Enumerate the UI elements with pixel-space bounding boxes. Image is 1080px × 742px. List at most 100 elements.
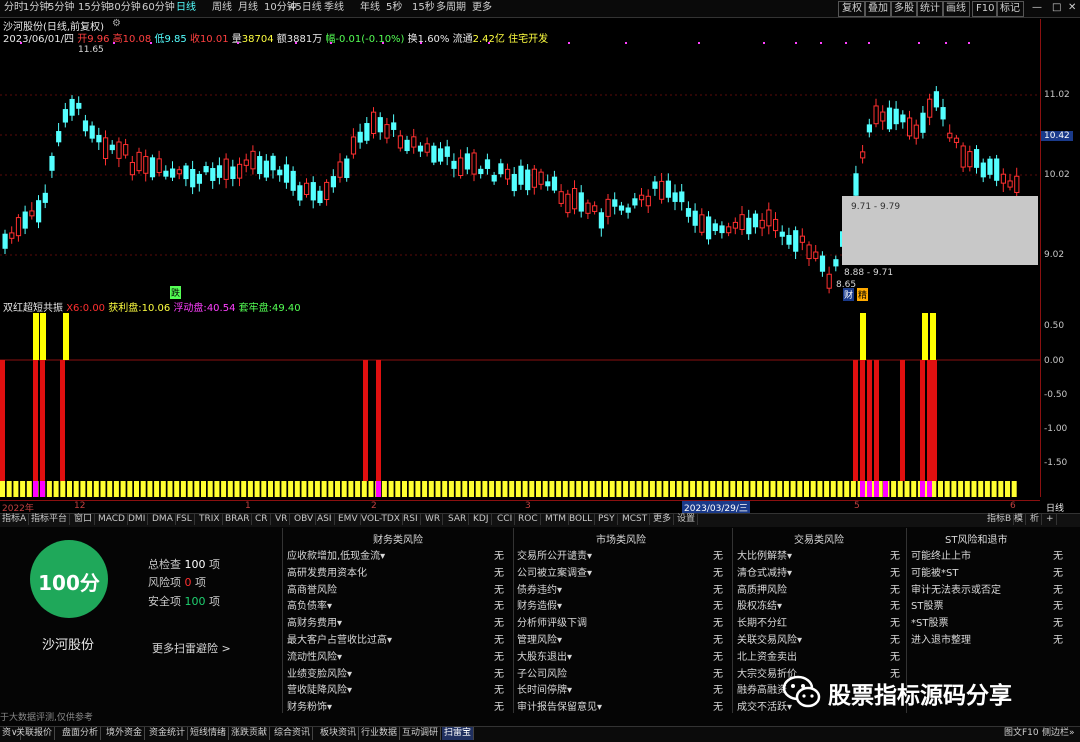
indicator-tab[interactable]: FSL	[174, 513, 195, 525]
toolbar-button[interactable]: F10	[972, 1, 999, 17]
more-scan-link[interactable]: 更多扫雷避险 >	[152, 640, 231, 656]
risk-item[interactable]: *ST股票	[911, 614, 948, 629]
period-tab[interactable]: 60分钟	[140, 1, 177, 15]
risk-item[interactable]: 可能被*ST	[911, 564, 958, 579]
risk-item[interactable]: 流动性风险▾	[287, 648, 342, 663]
risk-item[interactable]: 进入退市整理	[911, 631, 971, 646]
period-tab[interactable]: 年线	[358, 1, 382, 15]
bottom-tab[interactable]: 资金统计	[147, 727, 189, 740]
risk-item[interactable]: 长期不分红	[737, 614, 787, 629]
risk-item[interactable]: 高研发费用资本化	[287, 564, 367, 579]
risk-item[interactable]: 长时间停牌▾	[517, 681, 572, 696]
bottom-tab[interactable]: 境外资金	[104, 727, 146, 740]
period-tab[interactable]: 15秒	[410, 1, 437, 15]
bottom-tab[interactable]: 盘面分析	[60, 727, 102, 740]
risk-item[interactable]: 大股东退出▾	[517, 648, 572, 663]
toolbar-button[interactable]: 叠加	[864, 1, 892, 17]
indicator-tab[interactable]: EMV	[336, 513, 361, 525]
indicator-chart[interactable]	[0, 298, 1040, 500]
indicator-tab[interactable]: 更多	[651, 513, 675, 525]
indicator-tab[interactable]: CR	[253, 513, 271, 525]
risk-item[interactable]: 北上资金卖出	[737, 648, 797, 663]
indicator-tab-right[interactable]: 模	[1012, 513, 1027, 525]
indicator-tab[interactable]: CCI	[495, 513, 516, 525]
indicator-tab[interactable]: KDJ	[471, 513, 492, 525]
indicator-tab[interactable]: MCST	[620, 513, 651, 525]
bottom-tab[interactable]: 板块资讯	[318, 727, 360, 740]
period-tab[interactable]: 多周期	[434, 1, 468, 15]
bottom-tab[interactable]: 短线情绪	[188, 727, 230, 740]
indicator-tab[interactable]: DMI	[126, 513, 149, 525]
indicator-tab[interactable]: ASI	[315, 513, 335, 525]
indicator-tab[interactable]: 指标A	[0, 513, 30, 525]
bottom-tab[interactable]: 综合资讯	[272, 727, 314, 740]
sidebar-toggle[interactable]: 侧边栏»	[1040, 727, 1077, 740]
risk-item[interactable]: 高质押风险	[737, 581, 787, 596]
maximize-button[interactable]: □	[1050, 1, 1063, 15]
period-tab[interactable]: 日线	[174, 1, 198, 15]
indicator-tab-right[interactable]: 指标B	[985, 513, 1015, 525]
risk-item[interactable]: 关联交易风险▾	[737, 631, 802, 646]
toolbar-button[interactable]: 复权	[838, 1, 866, 17]
close-button[interactable]: ✕	[1066, 1, 1078, 15]
toolbar-button[interactable]: 画线	[942, 1, 970, 17]
indicator-tab[interactable]: SAR	[446, 513, 470, 525]
indicator-tab[interactable]: 窗口	[72, 513, 96, 525]
period-tab[interactable]: 45日线	[287, 1, 324, 15]
risk-item[interactable]: 交易所公开谴责▾	[517, 547, 592, 562]
indicator-tab[interactable]: 指标平台	[29, 513, 71, 525]
indicator-tab[interactable]: MTM	[543, 513, 570, 525]
risk-item[interactable]: 高商誉风险	[287, 581, 337, 596]
risk-item[interactable]: 营收陡降风险▾	[287, 681, 352, 696]
indicator-tab[interactable]: BOLL	[567, 513, 596, 525]
toolbar-button[interactable]: 多股	[890, 1, 918, 17]
indicator-tab[interactable]: RSI	[401, 513, 421, 525]
period-tab[interactable]: 30分钟	[106, 1, 143, 15]
risk-item[interactable]: 高财务费用▾	[287, 614, 342, 629]
period-tab[interactable]: 季线	[322, 1, 346, 15]
period-tab[interactable]: 周线	[210, 1, 234, 15]
risk-item[interactable]: 管理风险▾	[517, 631, 562, 646]
indicator-tab[interactable]: OBV	[292, 513, 317, 525]
period-tab[interactable]: 月线	[236, 1, 260, 15]
bottom-tab[interactable]: 扫雷宝	[442, 727, 475, 740]
risk-item[interactable]: 分析师评级下调	[517, 614, 587, 629]
risk-item[interactable]: 审计报告保留意见▾	[517, 698, 602, 713]
risk-item[interactable]: 大比例解禁▾	[737, 547, 792, 562]
bottom-tab[interactable]: 关联报价	[14, 727, 56, 740]
bottom-tab[interactable]: 互动调研	[400, 727, 442, 740]
indicator-tab[interactable]: MACD	[96, 513, 128, 525]
risk-item[interactable]: 财务造假▾	[517, 597, 562, 612]
risk-item[interactable]: 公司被立案调查▾	[517, 564, 592, 579]
indicator-tab-right[interactable]: +	[1044, 513, 1057, 525]
indicator-tab[interactable]: BRAR	[223, 513, 253, 525]
risk-item[interactable]: 股权冻结▾	[737, 597, 782, 612]
minimize-button[interactable]: —	[1030, 1, 1044, 15]
f10-button[interactable]: 图文F10	[1002, 727, 1041, 740]
indicator-tab[interactable]: TRIX	[197, 513, 223, 525]
indicator-tab[interactable]: ROC	[516, 513, 541, 525]
bottom-tab[interactable]: 涨跌贡献	[229, 727, 271, 740]
risk-item[interactable]: 清仓式减持▾	[737, 564, 792, 579]
risk-item[interactable]: 高负债率▾	[287, 597, 332, 612]
risk-item[interactable]: 子公司风险	[517, 665, 567, 680]
indicator-tab[interactable]: VR	[273, 513, 291, 525]
indicator-tab[interactable]: DMA	[150, 513, 176, 525]
period-tab[interactable]: 5秒	[384, 1, 404, 15]
indicator-tab-right[interactable]: 析	[1028, 513, 1043, 525]
risk-item[interactable]: 财务粉饰▾	[287, 698, 332, 713]
risk-item[interactable]: 融券高融资	[737, 681, 787, 696]
toolbar-button[interactable]: 统计	[916, 1, 944, 17]
risk-item[interactable]: ST股票	[911, 597, 943, 612]
indicator-tab[interactable]: PSY	[596, 513, 618, 525]
risk-item[interactable]: 债券违约▾	[517, 581, 562, 596]
risk-item[interactable]: 应收款增加,低现金流▾	[287, 547, 385, 562]
period-tab[interactable]: 更多	[470, 1, 494, 15]
risk-item[interactable]: 审计无法表示或否定	[911, 581, 1001, 596]
period-tab[interactable]: 5分钟	[46, 1, 76, 15]
risk-item[interactable]: 可能终止上市	[911, 547, 971, 562]
indicator-tab[interactable]: VOL-TDX	[359, 513, 403, 525]
risk-item[interactable]: 最大客户占营收比过高▾	[287, 631, 392, 646]
indicator-tab[interactable]: 设置	[675, 513, 699, 525]
indicator-tab[interactable]: WR	[423, 513, 444, 525]
